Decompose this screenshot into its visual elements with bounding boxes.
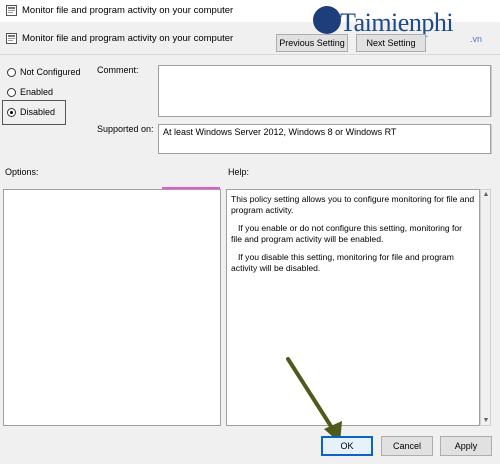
- radio-label: Enabled: [20, 87, 54, 97]
- comment-field[interactable]: [158, 65, 491, 117]
- help-scrollbar[interactable]: ▲ ▼: [480, 189, 491, 426]
- window-title: Monitor file and program activity on you…: [22, 5, 234, 16]
- header-divider: [0, 54, 500, 55]
- help-paragraph: If you disable this setting, monitoring …: [231, 252, 454, 273]
- options-label: Options:: [5, 167, 39, 177]
- radio-circle[interactable]: [7, 87, 16, 97]
- options-panel: [3, 189, 221, 426]
- selection-marker: [162, 187, 220, 189]
- supported-on-label: Supported on:: [97, 124, 154, 134]
- policy-icon: [6, 5, 17, 16]
- comment-scrollbar[interactable]: [491, 65, 499, 117]
- help-paragraph: If you enable or do not configure this s…: [231, 223, 463, 244]
- brand-logo-suffix: .vn: [470, 34, 483, 44]
- setting-name: Monitor file and program activity on you…: [22, 33, 234, 44]
- previous-setting-button[interactable]: Previous Setting: [276, 34, 348, 52]
- cancel-button[interactable]: Cancel: [381, 436, 433, 456]
- ok-button[interactable]: OK: [321, 436, 373, 456]
- scroll-up-icon[interactable]: ▲: [482, 191, 490, 198]
- radio-circle[interactable]: [7, 107, 16, 117]
- brand-logo-icon: [313, 6, 341, 34]
- help-label: Help:: [228, 167, 250, 177]
- supported-on-field: At least Windows Server 2012, Windows 8 …: [158, 124, 491, 154]
- setting-icon: [6, 33, 17, 44]
- radio-not-configured[interactable]: Not Configured: [7, 67, 81, 77]
- help-paragraph: This policy setting allows you to config…: [231, 194, 475, 215]
- comment-label: Comment:: [97, 65, 139, 75]
- radio-disabled[interactable]: Disabled: [7, 107, 55, 117]
- next-setting-button[interactable]: Next Setting: [356, 34, 426, 52]
- radio-circle[interactable]: [7, 67, 16, 77]
- scroll-down-icon[interactable]: ▼: [482, 417, 490, 424]
- help-panel: This policy setting allows you to config…: [226, 189, 480, 426]
- radio-label: Not Configured: [20, 67, 81, 77]
- apply-button[interactable]: Apply: [440, 436, 492, 456]
- supported-scrollbar[interactable]: [491, 124, 499, 154]
- pointer-arrow-icon: [286, 357, 342, 443]
- radio-label: Disabled: [20, 107, 56, 117]
- radio-enabled[interactable]: Enabled: [7, 87, 53, 97]
